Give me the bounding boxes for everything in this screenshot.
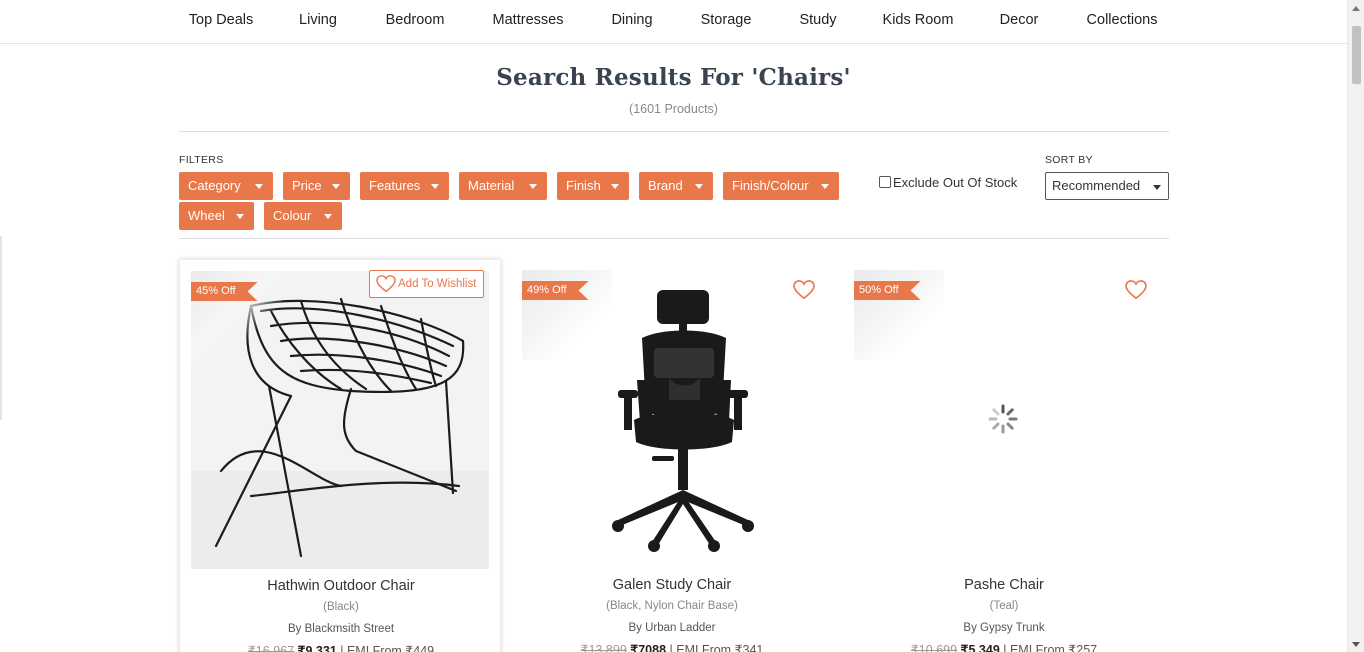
product-emi: | EMI From ₹257 — [1003, 643, 1098, 652]
filter-wheel-label: Wheel — [188, 208, 225, 223]
product-variant: (Black, Nylon Chair Base) — [606, 600, 738, 612]
filter-brand-label: Brand — [648, 178, 683, 193]
product-emi: | EMI From ₹341 — [669, 643, 764, 652]
add-to-wishlist-label: Add To Wishlist — [398, 278, 477, 290]
product-sale-price: ₹9,331 — [297, 644, 337, 652]
product-image[interactable]: 45% Off — [191, 271, 489, 569]
product-name[interactable]: Hathwin Outdoor Chair — [180, 578, 502, 594]
add-to-wishlist-button[interactable]: Add To Wishlist — [369, 270, 484, 298]
nav-item-bedroom[interactable]: Bedroom — [386, 12, 445, 28]
vertical-scrollbar[interactable] — [1347, 0, 1364, 652]
filter-finish-colour-label: Finish/Colour — [732, 178, 809, 193]
caret-down-icon — [324, 214, 332, 219]
nav-item-mattresses[interactable]: Mattresses — [493, 12, 564, 28]
product-brand: By Gypsy Trunk — [963, 622, 1045, 634]
product-name[interactable]: Pashe Chair — [843, 577, 1165, 593]
caret-down-icon — [431, 184, 439, 189]
exclude-out-of-stock-checkbox[interactable] — [879, 175, 891, 188]
nav-item-kids-room[interactable]: Kids Room — [883, 12, 954, 28]
scroll-down-arrow-icon[interactable] — [1352, 642, 1360, 647]
product-variant: (Teal) — [989, 600, 1019, 612]
caret-down-icon — [236, 214, 244, 219]
product-mrp: ₹13,899 — [580, 643, 627, 652]
product-card[interactable]: 45% Off Add To Wishlist Hathwin Outdoor … — [179, 259, 501, 652]
filters-label: FILTERS — [179, 154, 224, 166]
exclude-out-of-stock-label: Exclude Out Of Stock — [893, 175, 1018, 190]
filter-price[interactable]: Price — [283, 172, 350, 200]
product-name[interactable]: Galen Study Chair — [511, 577, 833, 593]
product-card[interactable]: 50% Off Pashe Chair (Teal) By Gypsy Trun… — [843, 259, 1165, 652]
product-variant: (Black) — [323, 601, 359, 613]
product-emi: | EMI From ₹449 — [340, 644, 435, 652]
nav-item-storage[interactable]: Storage — [701, 12, 752, 28]
filter-finish[interactable]: Finish — [557, 172, 629, 200]
product-brand: By Blackmsith Street — [287, 623, 395, 635]
filter-finish-colour[interactable]: Finish/Colour — [723, 172, 839, 200]
sort-label: SORT BY — [1045, 154, 1093, 166]
product-price: ₹10,699 ₹5,349 | EMI From ₹257 — [843, 642, 1165, 652]
filter-wheel[interactable]: Wheel — [179, 202, 254, 230]
product-price: ₹16,967 ₹9,331 | EMI From ₹449 — [180, 643, 502, 652]
divider-filters — [179, 238, 1169, 239]
filter-material-label: Material — [468, 178, 515, 193]
heart-icon[interactable] — [1125, 280, 1147, 300]
filter-material[interactable]: Material — [459, 172, 547, 200]
caret-down-icon — [611, 184, 619, 189]
product-brand: By Urban Ladder — [628, 622, 716, 634]
filter-category[interactable]: Category — [179, 172, 273, 200]
page-title: Search Results For 'Chairs' — [496, 64, 851, 91]
scrollbar-thumb[interactable] — [1352, 26, 1361, 84]
caret-down-icon — [529, 184, 537, 189]
product-sale-price: ₹5,349 — [960, 643, 1000, 652]
filter-colour[interactable]: Colour — [264, 202, 342, 230]
heart-icon — [376, 275, 396, 293]
product-mrp: ₹16,967 — [247, 644, 295, 652]
divider-top — [179, 131, 1169, 132]
sort-select[interactable]: Recommended — [1045, 172, 1169, 200]
nav-item-study[interactable]: Study — [799, 12, 836, 28]
exclude-out-of-stock[interactable]: Exclude Out Of Stock — [879, 175, 1017, 190]
caret-down-icon — [255, 184, 263, 189]
product-mrp: ₹10,699 — [910, 643, 958, 652]
product-price: ₹13,899 ₹7088 | EMI From ₹341 — [511, 642, 833, 652]
filter-features-label: Features — [369, 178, 421, 193]
product-sale-price: ₹7088 — [630, 643, 667, 652]
filter-features[interactable]: Features — [360, 172, 449, 200]
sort-selected-value: Recommended — [1052, 178, 1141, 193]
result-count: (1601 Products) — [629, 102, 718, 116]
loading-spinner-icon — [988, 404, 1018, 434]
filter-category-label: Category — [188, 178, 241, 193]
product-card[interactable]: 49% Off Galen Study Chair (Black, Nylon … — [511, 259, 833, 652]
nav-item-top-deals[interactable]: Top Deals — [189, 12, 253, 28]
product-image[interactable]: 49% Off — [522, 270, 820, 568]
nav-item-decor[interactable]: Decor — [1000, 12, 1039, 28]
caret-down-icon — [821, 184, 829, 189]
nav-item-dining[interactable]: Dining — [611, 12, 652, 28]
top-nav: Top Deals Living Bedroom Mattresses Dini… — [0, 0, 1347, 44]
caret-down-icon — [1153, 185, 1161, 190]
filter-colour-label: Colour — [273, 208, 312, 223]
filter-brand[interactable]: Brand — [639, 172, 713, 200]
caret-down-icon — [695, 184, 703, 189]
heart-icon[interactable] — [793, 280, 815, 300]
left-edge-divider — [0, 236, 2, 420]
nav-item-collections[interactable]: Collections — [1087, 12, 1158, 28]
filter-price-label: Price — [292, 178, 322, 193]
scroll-up-arrow-icon[interactable] — [1352, 6, 1360, 11]
product-image[interactable]: 50% Off — [854, 270, 1152, 568]
filter-finish-label: Finish — [566, 178, 601, 193]
caret-down-icon — [332, 184, 340, 189]
nav-item-living[interactable]: Living — [299, 12, 337, 28]
